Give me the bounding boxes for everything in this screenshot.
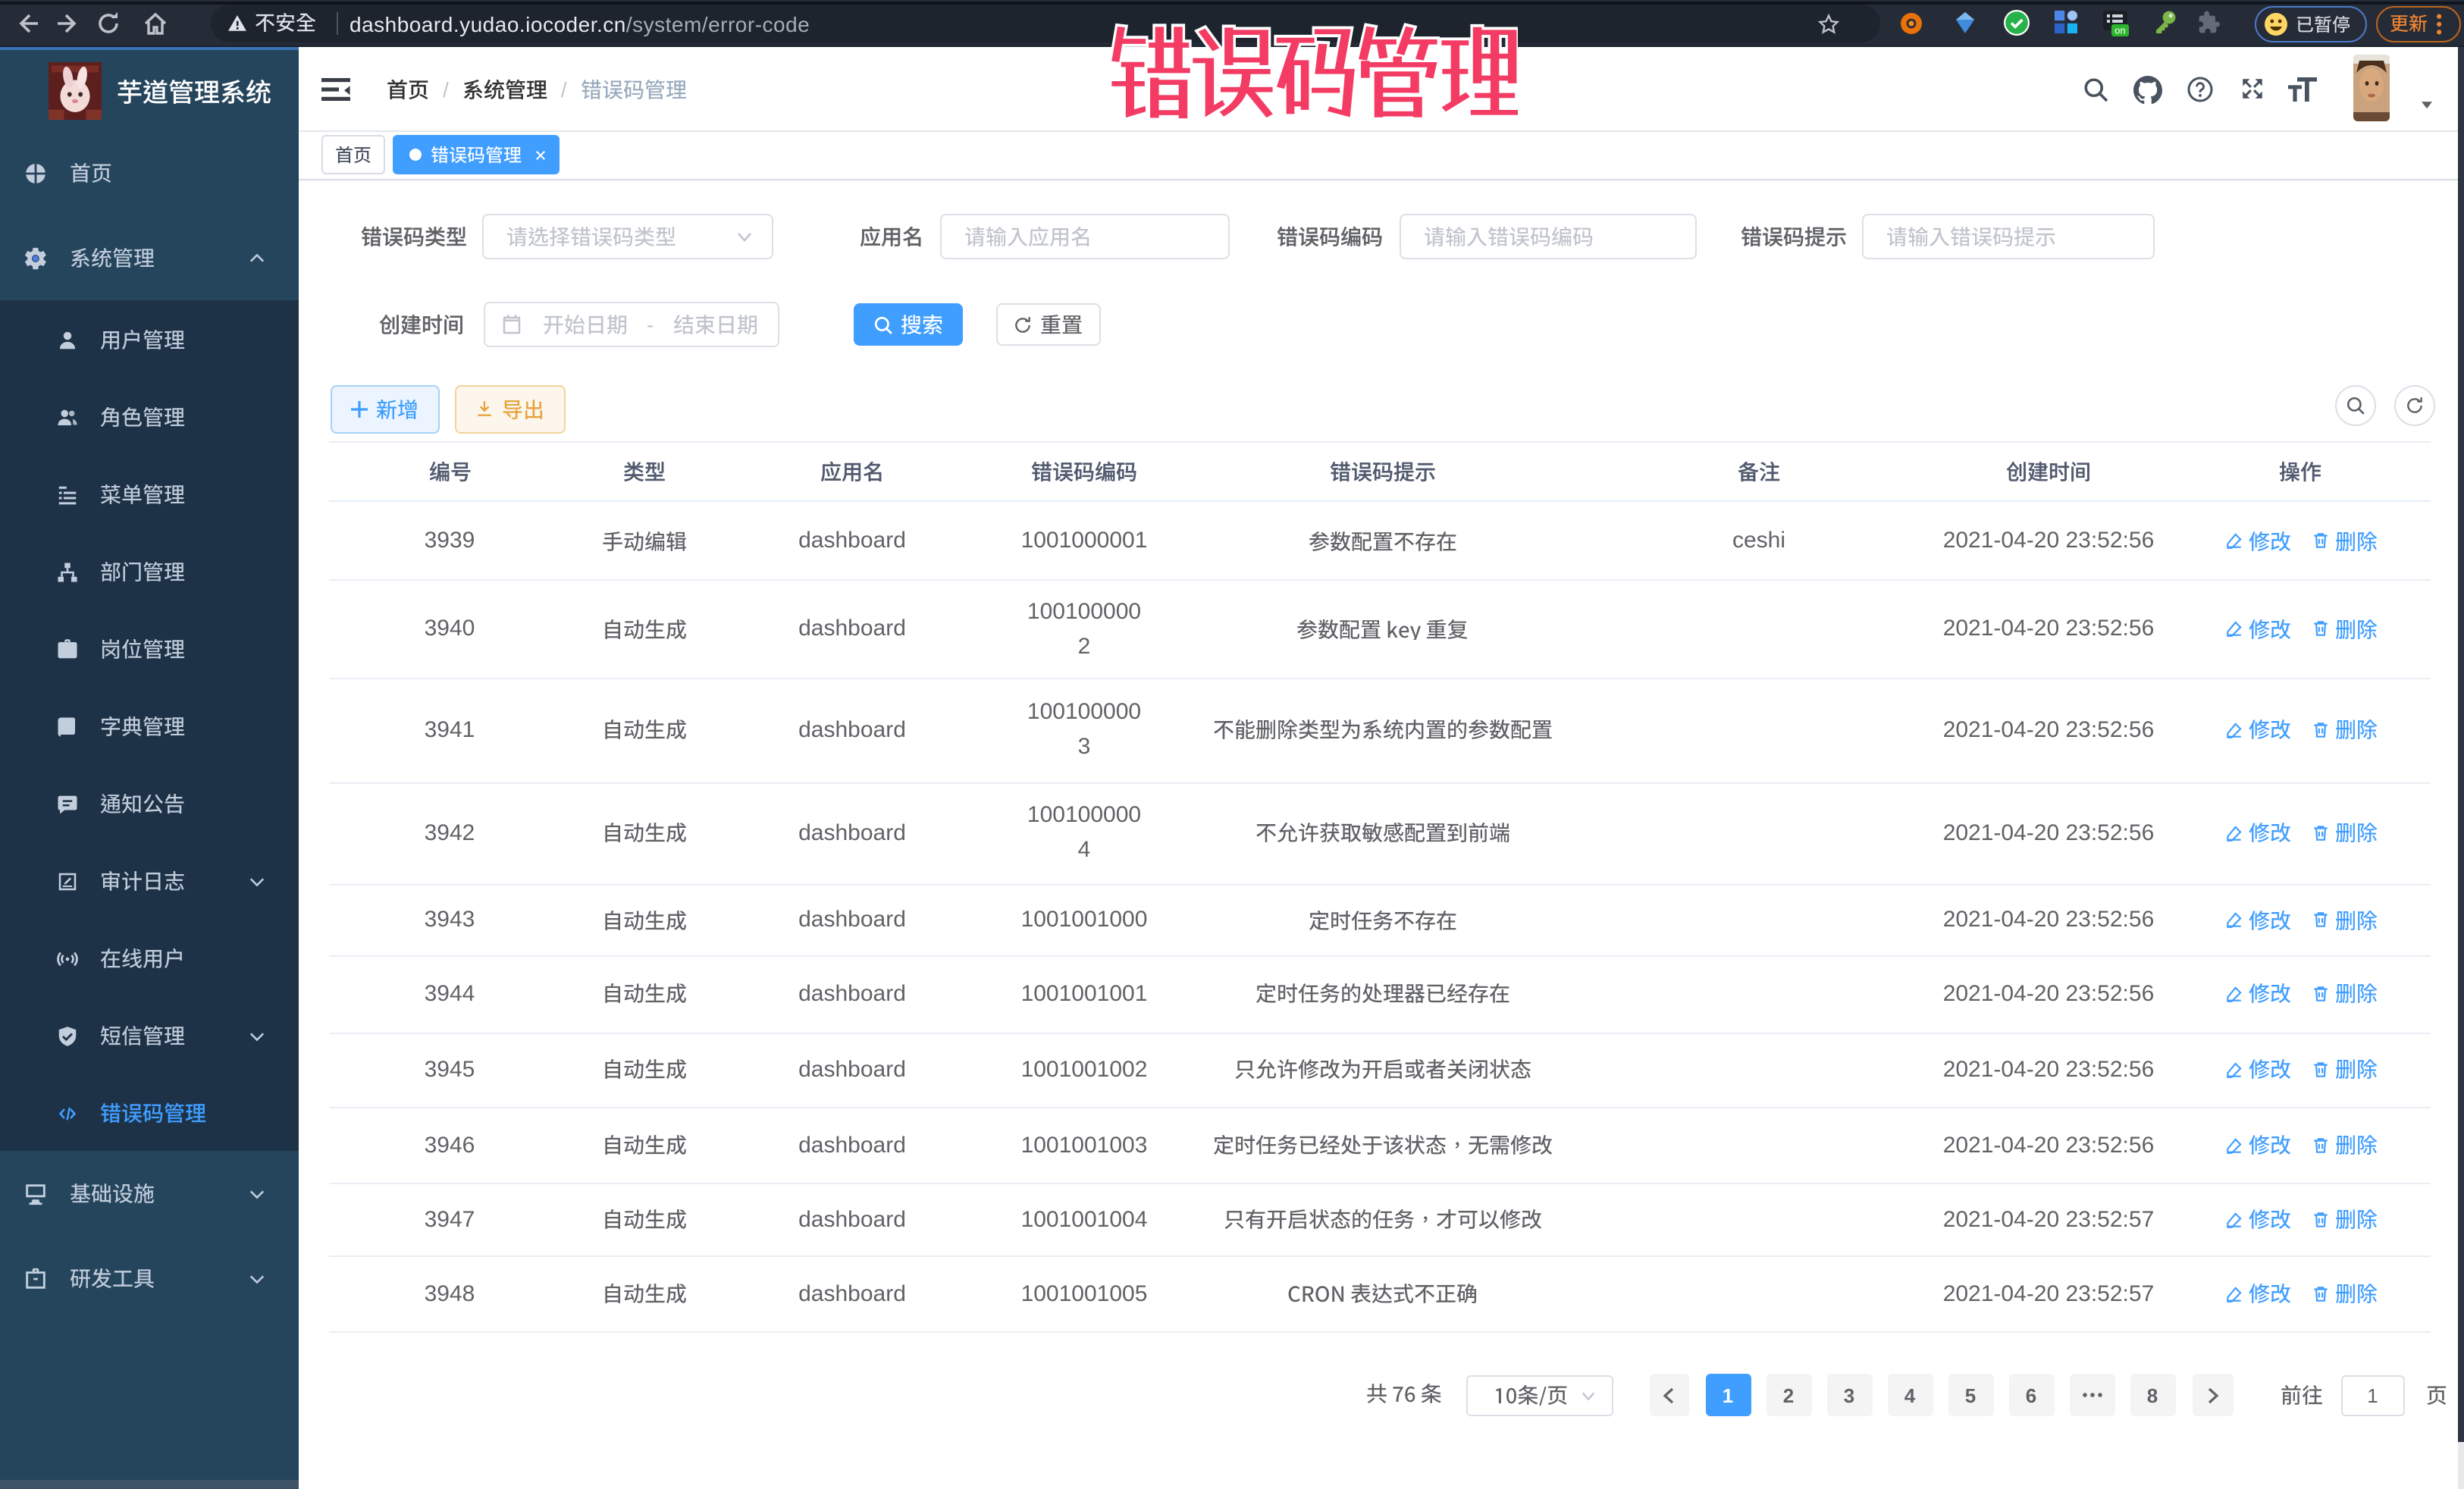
svg-text:on: on (2114, 25, 2125, 36)
